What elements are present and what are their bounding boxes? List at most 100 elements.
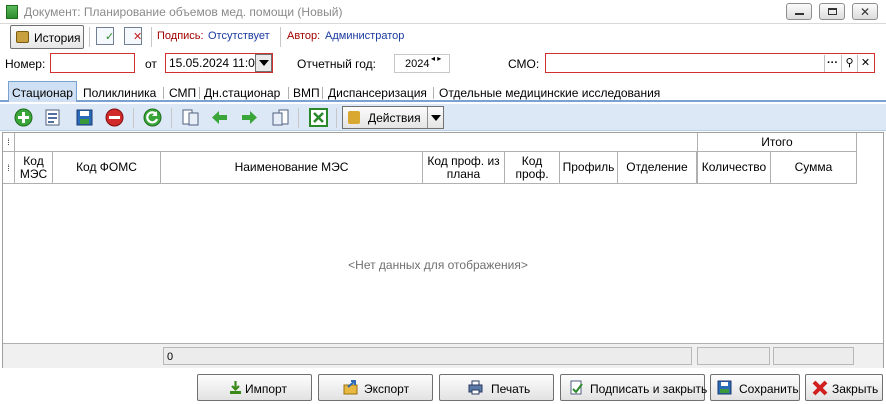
arrow-left-icon[interactable] <box>210 108 229 127</box>
signature-value: Отсутствует <box>208 30 270 42</box>
sign-and-close-button[interactable]: Подписать и закрыть <box>560 374 707 401</box>
checkmark-icon: ✓ <box>105 31 115 43</box>
history-label: История <box>34 31 81 45</box>
grid-footer: 0 <box>3 343 883 368</box>
toolbar-divider <box>298 108 299 128</box>
date-dropdown-button[interactable] <box>255 54 272 72</box>
sign-document-button[interactable]: ✓ <box>96 27 114 45</box>
chevron-down-icon <box>431 115 441 121</box>
window-title: Документ: Планирование объемов мед. помо… <box>24 5 343 19</box>
copy-from-icon[interactable] <box>271 108 290 127</box>
column-header-mes-name[interactable]: Наименование МЭС <box>161 152 423 184</box>
refresh-icon[interactable] <box>143 108 162 127</box>
section-tabs: Стационар Поликлиника СМП Дн.стационар В… <box>0 80 886 102</box>
sign-document-icon <box>570 380 583 395</box>
tab-inpatient[interactable]: Стационар <box>8 81 77 102</box>
close-icon <box>812 380 828 396</box>
grid-toolbar: Действия <box>0 104 886 131</box>
smo-label: СМО: <box>508 57 540 71</box>
column-header-profile[interactable]: Профиль <box>560 152 618 184</box>
spin-arrows-icon[interactable]: ◂ ▸ <box>431 54 441 63</box>
key-icon <box>348 111 360 124</box>
date-from-label: от <box>145 57 157 71</box>
author-value: Администратор <box>325 30 405 42</box>
group-header-total: Итого <box>697 133 857 152</box>
minimize-button[interactable] <box>786 3 812 20</box>
smo-clear-button[interactable]: ✕ <box>857 55 873 72</box>
signature-label: Подпись: <box>157 30 204 42</box>
close-button[interactable]: Закрыть <box>805 374 883 401</box>
column-header-plan-profile-code[interactable]: Код проф. из плана <box>423 152 505 184</box>
document-icon <box>6 5 18 19</box>
export-button[interactable]: Экспорт <box>318 374 433 401</box>
close-label: Закрыть <box>832 382 879 396</box>
print-button[interactable]: Печать <box>439 374 554 401</box>
empty-grid-message: <Нет данных для отображения> <box>348 258 528 272</box>
printer-icon <box>468 380 483 395</box>
remove-signature-button[interactable]: ✕ <box>124 27 142 45</box>
tab-outpatient[interactable]: Поликлиника <box>80 83 159 102</box>
actions-dropdown[interactable] <box>427 107 444 128</box>
column-header-foms-code[interactable]: Код ФОМС <box>53 152 161 184</box>
excel-export-icon[interactable] <box>309 108 328 127</box>
maximize-icon <box>828 8 837 15</box>
row-indicator-icon[interactable]: ⁞ <box>3 152 15 184</box>
column-header-department[interactable]: Отделение <box>618 152 697 184</box>
import-icon <box>230 381 241 394</box>
report-year-label: Отчетный год: <box>297 57 377 71</box>
print-label: Печать <box>491 382 531 396</box>
save-icon <box>717 380 732 395</box>
tab-day-hospital[interactable]: Дн.стационар <box>201 83 283 102</box>
save-record-icon[interactable] <box>75 108 94 127</box>
actions-label: Действия <box>368 111 421 125</box>
tab-divider <box>288 87 289 99</box>
actions-button[interactable]: Действия <box>342 106 444 129</box>
maximize-button[interactable] <box>819 3 845 20</box>
report-year-spinner[interactable]: 2024 <box>394 54 450 73</box>
author-label: Автор: <box>287 30 321 42</box>
document-window: Документ: Планирование объемов мед. помо… <box>0 0 886 404</box>
clear-icon: ✕ <box>860 57 871 69</box>
footer-sum-total <box>773 347 854 365</box>
footer-count: 0 <box>163 347 692 365</box>
column-header-sum[interactable]: Сумма <box>771 152 857 184</box>
save-button[interactable]: Сохранить <box>710 374 800 401</box>
tab-divider <box>163 87 164 99</box>
export-label: Экспорт <box>364 382 410 396</box>
delete-icon[interactable] <box>105 108 124 127</box>
copy-to-icon[interactable] <box>181 108 200 127</box>
add-icon[interactable] <box>14 108 33 127</box>
search-icon: ⚲ <box>845 57 854 69</box>
cross-icon: ✕ <box>133 31 143 43</box>
chevron-down-icon <box>259 60 269 66</box>
tab-separate-studies[interactable]: Отдельные медицинские исследования <box>436 83 663 102</box>
title-bar: Документ: Планирование объемов мед. помо… <box>0 0 886 24</box>
volumes-grid: ⁞ Итого ⁞ Код МЭС Код ФОМС Наименование … <box>2 132 884 368</box>
tab-ambulance[interactable]: СМП <box>166 83 199 102</box>
smo-select-button[interactable]: ··· <box>824 55 840 72</box>
tab-medical-examination[interactable]: Диспансеризация <box>325 83 430 102</box>
column-header-profile-code[interactable]: Код проф. <box>505 152 560 184</box>
header-spacer <box>15 133 697 152</box>
toolbar-divider <box>89 27 90 47</box>
column-chooser-icon[interactable]: ⁞ <box>3 133 15 152</box>
smo-search-button[interactable]: ⚲ <box>841 55 857 72</box>
tab-divider <box>322 87 323 99</box>
toolbar-divider <box>171 108 172 128</box>
arrow-right-icon[interactable] <box>240 108 259 127</box>
column-header-mes-code[interactable]: Код МЭС <box>15 152 53 184</box>
history-icon <box>16 31 29 43</box>
dialog-buttons: Импорт Экспорт Печать Подписать и закрыт… <box>0 370 886 404</box>
tab-high-tech-care[interactable]: ВМП <box>290 83 323 102</box>
history-button[interactable]: История <box>10 25 84 49</box>
number-input[interactable] <box>50 53 135 73</box>
save-label: Сохранить <box>739 382 799 396</box>
column-header-quantity[interactable]: Количество <box>697 152 771 184</box>
toolbar-divider <box>336 108 337 128</box>
edit-record-icon[interactable] <box>44 108 63 127</box>
close-window-button[interactable]: ✕ <box>852 3 878 20</box>
close-icon: ✕ <box>860 5 871 19</box>
import-button[interactable]: Импорт <box>197 374 312 401</box>
minimize-icon <box>795 13 804 15</box>
number-label: Номер: <box>5 57 46 71</box>
